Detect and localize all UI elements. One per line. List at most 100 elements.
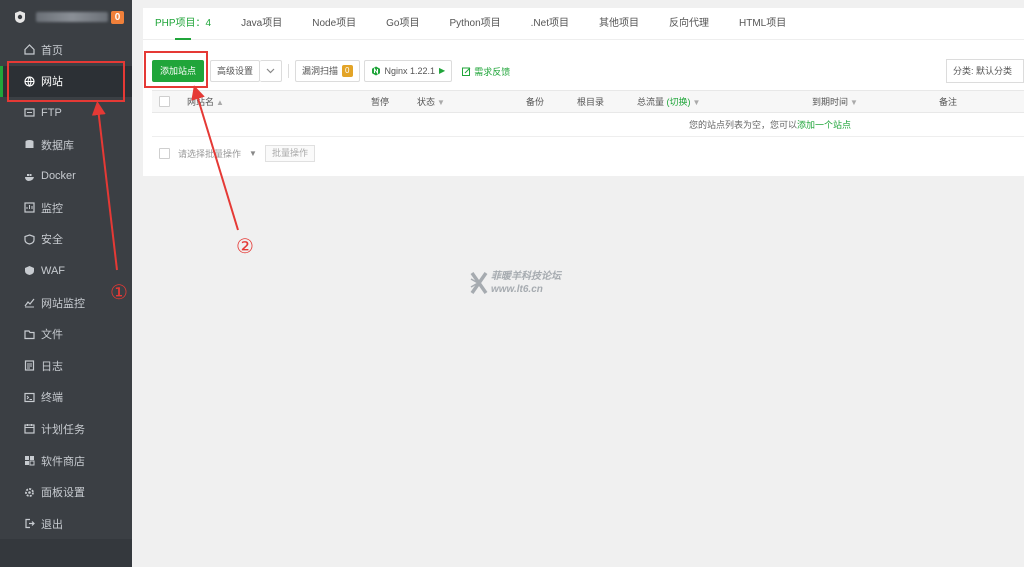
sidebar-item-logout[interactable]: 退出 xyxy=(0,508,132,540)
toolbar-divider xyxy=(288,64,290,78)
project-tabs: PHP项目：4 Java项目 Node项目 Go项目 Python项目 .Net… xyxy=(143,8,1024,40)
vuln-scan-label: 漏洞扫描 xyxy=(302,66,339,76)
empty-text: 您的站点列表为空，您可以 xyxy=(688,120,797,130)
tab-html[interactable]: HTML项目 xyxy=(724,8,801,40)
column-site-name[interactable]: 网站名 ▲ xyxy=(187,91,224,114)
sort-up-icon: ▲ xyxy=(216,98,224,107)
category-select[interactable]: 分类: 默认分类 xyxy=(946,59,1024,83)
terminal-icon xyxy=(24,392,35,402)
add-site-link[interactable]: 添加一个站点 xyxy=(797,120,851,130)
shield-icon xyxy=(24,234,35,245)
tab-dotnet[interactable]: .Net项目 xyxy=(516,8,584,40)
chart-icon xyxy=(24,298,35,308)
annotation-box-website xyxy=(7,61,125,102)
tab-java[interactable]: Java项目 xyxy=(226,8,297,40)
vuln-scan-button[interactable]: 漏洞扫描 0 xyxy=(295,60,360,82)
batch-select[interactable]: 请选择批量操作 ▼ xyxy=(178,147,257,160)
column-remark: 备注 xyxy=(939,97,958,107)
docker-icon xyxy=(25,173,34,181)
sidebar-item-cron[interactable]: 计划任务 xyxy=(0,413,132,445)
database-icon xyxy=(25,140,34,149)
sidebar-header: 0 xyxy=(0,0,132,34)
chevron-down-icon xyxy=(266,68,275,74)
logout-icon xyxy=(25,519,35,529)
sidebar-footer xyxy=(0,539,132,567)
sidebar-item-security[interactable]: 安全 xyxy=(0,224,132,256)
sidebar-item-terminal[interactable]: 终端 xyxy=(0,382,132,414)
column-label: 总流量 xyxy=(637,97,665,107)
batch-footer: 请选择批量操作 ▼ 批量操作 xyxy=(152,137,1024,169)
tab-php[interactable]: PHP项目：4 xyxy=(155,8,226,40)
notification-badge[interactable]: 0 xyxy=(111,10,124,24)
sort-down-icon: ▼ xyxy=(437,98,445,107)
nginx-icon xyxy=(371,66,380,76)
sidebar-item-logs[interactable]: 日志 xyxy=(0,350,132,382)
footer-select-checkbox[interactable] xyxy=(159,147,170,159)
sidebar-item-label: 终端 xyxy=(41,392,63,405)
site-table: 网站名 ▲ 暂停 状态 ▼ 备份 根目录 总流量 (切换) ▼ 到期时间 ▼ 备注 您的… xyxy=(152,90,1024,169)
tab-reverse-proxy[interactable]: 反向代理 xyxy=(654,8,724,40)
calendar-icon xyxy=(24,424,35,435)
play-icon: ▶ xyxy=(439,66,446,75)
sidebar-item-label: 安全 xyxy=(41,234,63,247)
batch-operation-button[interactable]: 批量操作 xyxy=(264,144,315,162)
annotation-step-1: ① xyxy=(110,282,128,304)
server-name-blurred xyxy=(36,12,108,22)
select-all-checkbox[interactable] xyxy=(159,96,170,107)
watermark-text: 菲暖羊科技论坛 www.lt6.cn xyxy=(491,270,561,296)
sort-down-icon: ▼ xyxy=(692,98,701,107)
ftp-icon xyxy=(24,108,35,118)
column-label: 到期时间 xyxy=(812,97,849,107)
sidebar-item-label: 计划任务 xyxy=(41,423,85,436)
log-icon xyxy=(24,360,35,371)
tab-python[interactable]: Python项目 xyxy=(435,8,516,40)
feedback-label: 需求反馈 xyxy=(474,66,511,77)
sidebar-item-docker[interactable]: Docker xyxy=(0,160,132,192)
column-traffic[interactable]: 总流量 (切换) ▼ xyxy=(637,91,700,114)
sidebar-item-label: 软件商店 xyxy=(41,455,85,468)
empty-table-message: 您的站点列表为空，您可以添加一个站点 xyxy=(152,113,1024,137)
sidebar-item-store[interactable]: 软件商店 xyxy=(0,445,132,477)
sidebar-item-label: 文件 xyxy=(41,329,63,342)
sidebar-item-settings[interactable]: 面板设置 xyxy=(0,476,132,508)
tab-go[interactable]: Go项目 xyxy=(371,8,434,40)
column-root: 根目录 xyxy=(577,97,605,107)
watermark-logo xyxy=(470,271,488,295)
home-icon xyxy=(24,44,35,55)
nginx-button[interactable]: Nginx 1.22.1 ▶ xyxy=(363,60,453,82)
sidebar-item-label: 网站监控 xyxy=(41,297,85,310)
sidebar-item-files[interactable]: 文件 xyxy=(0,318,132,350)
column-expire[interactable]: 到期时间 ▼ xyxy=(812,91,858,114)
sidebar-item-label: WAF xyxy=(41,264,66,277)
forum-watermark: 菲暖羊科技论坛 www.lt6.cn xyxy=(470,270,561,296)
sidebar-item-label: FTP xyxy=(41,106,62,119)
sidebar-item-label: 首页 xyxy=(41,44,63,57)
caret-down-icon: ▼ xyxy=(249,148,257,158)
site-toolbar: 添加站点 高级设置 漏洞扫描 0 Nginx 1.22.1 ▶ 需求反馈 分类:… xyxy=(152,59,1024,83)
sidebar-item-label: 监控 xyxy=(41,202,63,215)
tab-node[interactable]: Node项目 xyxy=(297,8,371,40)
sidebar-item-database[interactable]: 数据库 xyxy=(0,129,132,161)
sidebar-item-label: 退出 xyxy=(41,518,63,531)
sidebar-item-monitor[interactable]: 监控 xyxy=(0,192,132,224)
monitor-icon xyxy=(24,202,35,213)
watermark-line2: www.lt6.cn xyxy=(491,284,543,295)
folder-icon xyxy=(24,330,35,339)
edit-icon xyxy=(462,67,471,76)
sidebar-item-label: Docker xyxy=(41,170,76,183)
tab-other[interactable]: 其他项目 xyxy=(584,8,654,40)
panel-logo-icon xyxy=(15,11,25,23)
sidebar-item-label: 日志 xyxy=(41,360,63,373)
waf-icon xyxy=(25,266,34,276)
annotation-box-add-site xyxy=(144,51,208,88)
sidebar-item-label: 面板设置 xyxy=(41,487,85,500)
feedback-link[interactable]: 需求反馈 xyxy=(462,65,510,78)
advanced-settings-button[interactable]: 高级设置 xyxy=(210,60,261,82)
table-header: 网站名 ▲ 暂停 状态 ▼ 备份 根目录 总流量 (切换) ▼ 到期时间 ▼ 备注 xyxy=(152,90,1024,113)
advanced-dropdown-button[interactable] xyxy=(260,60,283,82)
nginx-version: Nginx 1.22.1 xyxy=(384,66,436,76)
traffic-switch-link[interactable]: (切换) xyxy=(667,97,691,107)
watermark-line1: 菲暖羊科技论坛 xyxy=(491,271,561,282)
gear-icon xyxy=(25,487,34,497)
column-status[interactable]: 状态 ▼ xyxy=(417,91,445,114)
